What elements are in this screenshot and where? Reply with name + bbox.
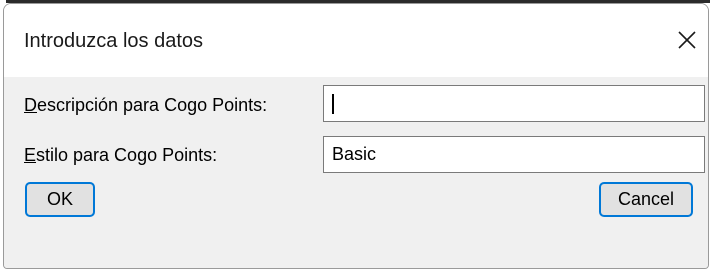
close-icon bbox=[678, 31, 696, 49]
style-input[interactable]: Basic bbox=[323, 136, 705, 173]
dialog-title: Introduzca los datos bbox=[24, 30, 203, 52]
close-button[interactable] bbox=[670, 20, 704, 60]
title-bar: Introduzca los datos bbox=[4, 4, 708, 77]
input-dialog: Introduzca los datos Descripción para Co… bbox=[3, 3, 709, 269]
text-caret bbox=[332, 93, 334, 114]
description-label-text: escripción para Cogo Points: bbox=[37, 95, 268, 115]
style-label-accelerator: E bbox=[24, 145, 37, 165]
style-label: Estilo para Cogo Points: bbox=[24, 145, 217, 166]
style-input-value: Basic bbox=[332, 144, 377, 164]
cancel-button[interactable]: Cancel bbox=[599, 182, 693, 217]
description-input[interactable] bbox=[323, 85, 705, 122]
description-label-accelerator: D bbox=[24, 95, 37, 115]
dialog-body: Descripción para Cogo Points: Estilo par… bbox=[4, 77, 708, 268]
description-label: Descripción para Cogo Points: bbox=[24, 95, 267, 116]
style-label-text: stilo para Cogo Points: bbox=[36, 145, 218, 165]
ok-button[interactable]: OK bbox=[25, 182, 95, 217]
